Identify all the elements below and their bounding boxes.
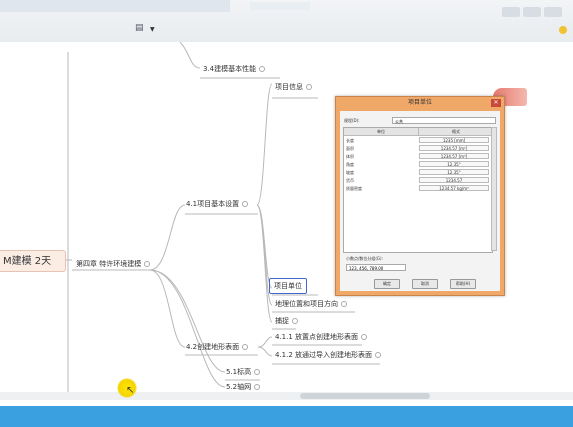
node-label: 4.1.1 放置点创建地形表面 (275, 333, 359, 341)
format-button[interactable]: 1235 [mm] (419, 137, 489, 143)
expand-dot-icon[interactable] (292, 318, 298, 324)
help-button[interactable]: 帮助(H) (450, 279, 476, 289)
node-label: 4.1项目基本设置 (186, 200, 240, 208)
node-label: 捕捉 (275, 317, 289, 325)
format-button[interactable]: 12.35° (419, 161, 489, 167)
table-row[interactable]: 角度 12.35° (344, 161, 492, 168)
table-scrollbar[interactable] (491, 127, 497, 251)
node-label: 第四章 特许环境建模 (76, 260, 142, 268)
discipline-value: 公共 (395, 119, 403, 124)
node-project-units[interactable]: 项目单位 (269, 278, 307, 294)
expand-dot-icon[interactable] (254, 369, 261, 375)
node-project-info[interactable]: 项目信息 (275, 82, 312, 92)
document-icon[interactable]: ▤ (135, 24, 145, 33)
central-topic-label: M建模 2天 (3, 256, 52, 267)
cancel-button[interactable]: 取消 (412, 279, 438, 289)
format-button[interactable]: 12.35° (419, 169, 489, 175)
node-snap[interactable]: 捕捉 (275, 316, 298, 326)
node-4-1-1[interactable]: 4.1.1 放置点创建地形表面 (275, 332, 368, 342)
ok-button[interactable]: 确定 (374, 279, 400, 289)
node-3-4[interactable]: 3.4建模基本性能 (203, 64, 266, 74)
column-header-unit: 单位 (344, 128, 418, 136)
table-row[interactable]: 货币 1234.57 (344, 177, 492, 184)
format-button[interactable]: 1234.57 (419, 177, 489, 183)
table-row[interactable]: 质量密度 1234.57 kg/m³ (344, 185, 492, 192)
node-5-1[interactable]: 5.1标高 (226, 367, 261, 377)
maximize-button[interactable] (523, 7, 541, 17)
discipline-select[interactable]: 公共 (392, 117, 496, 124)
expand-dot-icon[interactable] (361, 334, 368, 340)
title-bar-region (0, 0, 230, 12)
node-label: 3.4建模基本性能 (203, 65, 257, 73)
close-window-button[interactable] (544, 7, 562, 17)
node-label: 项目单位 (274, 282, 302, 290)
node-label: 5.2轴网 (226, 383, 252, 391)
unit-cell: 质量密度 (346, 186, 362, 191)
minimize-button[interactable] (502, 7, 520, 17)
column-header-format: 格式 (418, 128, 493, 136)
project-units-dialog[interactable]: 项目单位 ✕ 规程(D): 公共 单位 格式 长度 1235 [mm] 面积 123… (335, 96, 505, 296)
grouping-select[interactable]: 123, 456, 789.00 (346, 264, 406, 271)
unit-cell: 角度 (346, 162, 354, 167)
format-button[interactable]: 1234.57 [m²] (419, 145, 489, 151)
expand-dot-icon[interactable] (254, 384, 261, 390)
application-toolbar: ▤ ▼ (0, 0, 573, 42)
format-button[interactable]: 1234.57 [m³] (419, 153, 489, 159)
expand-dot-icon[interactable] (242, 344, 249, 350)
node-4-1-2[interactable]: 4.1.2 放通过导入创建地形表面 (275, 350, 382, 360)
close-icon[interactable]: ✕ (491, 99, 501, 107)
dialog-body: 规程(D): 公共 单位 格式 长度 1235 [mm] 面积 1234.57 [m… (340, 111, 500, 291)
horizontal-scrollbar[interactable] (0, 392, 573, 400)
scrollbar-thumb[interactable] (300, 393, 430, 399)
expand-dot-icon[interactable] (242, 201, 249, 207)
title-bar-region-2 (250, 2, 310, 10)
unit-cell: 长度 (346, 138, 354, 143)
expand-dot-icon[interactable] (341, 301, 347, 307)
taskbar (0, 406, 573, 427)
node-label: 地理位置和项目方向 (275, 300, 338, 308)
dropdown-arrow-icon[interactable]: ▼ (150, 26, 155, 33)
expand-dot-icon[interactable] (144, 261, 151, 267)
grouping-label: 小数点/数位分组(G): (346, 256, 383, 261)
format-button[interactable]: 1234.57 kg/m³ (419, 185, 489, 191)
node-label: 4.1.2 放通过导入创建地形表面 (275, 351, 373, 359)
node-label: 项目信息 (275, 83, 303, 91)
node-label: 5.1标高 (226, 368, 252, 376)
unit-cell: 体积 (346, 154, 354, 159)
window-controls (499, 2, 569, 17)
help-icon[interactable] (559, 26, 567, 34)
dialog-title: 项目单位 (407, 99, 432, 106)
node-chapter-4[interactable]: 第四章 特许环境建模 (76, 259, 151, 269)
table-row[interactable]: 面积 1234.57 [m²] (344, 145, 492, 152)
expand-dot-icon[interactable] (306, 84, 312, 90)
node-location[interactable]: 地理位置和项目方向 (275, 299, 347, 309)
table-row[interactable]: 坡度 12.35° (344, 169, 492, 176)
mouse-pointer-icon: ↖ (126, 385, 135, 396)
units-table[interactable]: 单位 格式 长度 1235 [mm] 面积 1234.57 [m²] 体积 1234.… (343, 127, 493, 253)
central-topic[interactable]: M建模 2天 (0, 250, 66, 272)
unit-cell: 货币 (346, 178, 354, 183)
node-label: 4.2创建地形表面 (186, 343, 240, 351)
node-4-1[interactable]: 4.1项目基本设置 (186, 199, 249, 209)
unit-cell: 坡度 (346, 170, 354, 175)
discipline-label: 规程(D): (344, 118, 360, 123)
table-row[interactable]: 体积 1234.57 [m³] (344, 153, 492, 160)
expand-dot-icon[interactable] (259, 66, 266, 72)
unit-cell: 面积 (346, 146, 354, 151)
node-4-2[interactable]: 4.2创建地形表面 (186, 342, 249, 352)
grouping-value: 123, 456, 789.00 (349, 266, 384, 271)
table-row[interactable]: 长度 1235 [mm] (344, 137, 492, 144)
node-5-2[interactable]: 5.2轴网 (226, 382, 261, 392)
expand-dot-icon[interactable] (375, 352, 382, 358)
